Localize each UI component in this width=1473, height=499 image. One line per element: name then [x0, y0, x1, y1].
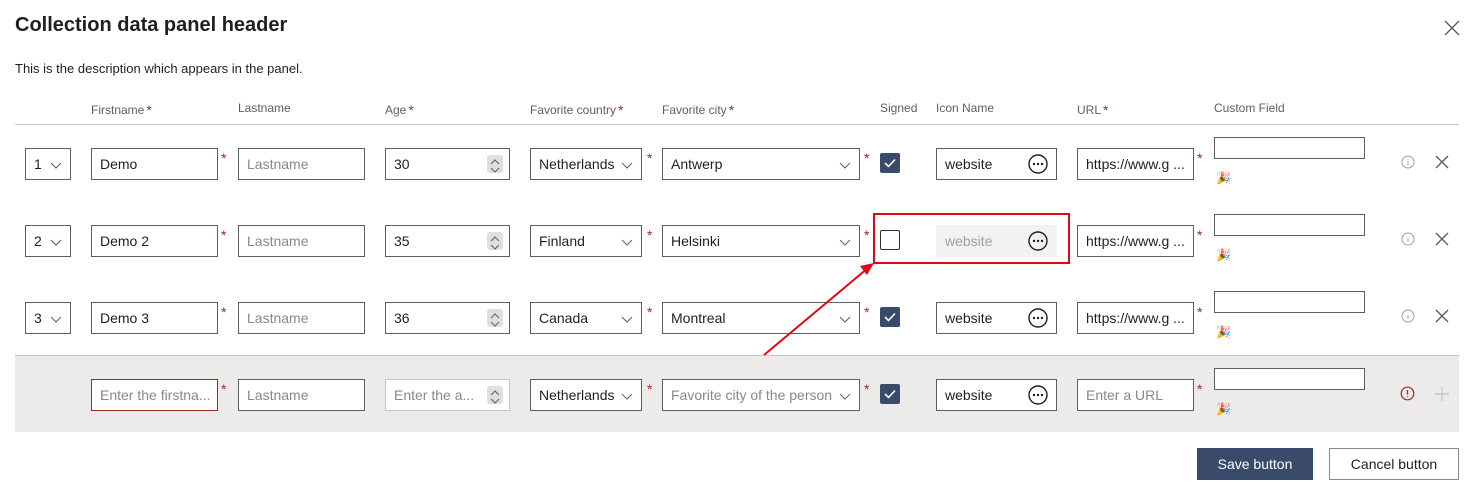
new-lastname-input[interactable]: Lastname — [238, 379, 365, 411]
custom-field-input[interactable] — [1214, 291, 1365, 313]
column-header-custom-field: Custom Field — [1214, 101, 1285, 115]
required-marker: * — [864, 381, 870, 397]
info-icon[interactable] — [1401, 232, 1415, 246]
order-select[interactable]: 2 — [25, 225, 71, 257]
required-marker: * — [1197, 150, 1203, 166]
required-marker: * — [1197, 227, 1203, 243]
country-select[interactable]: Netherlands — [530, 148, 642, 180]
add-row-icon[interactable] — [1434, 386, 1450, 402]
required-marker: * — [1197, 304, 1203, 320]
panel-description: This is the description which appears in… — [15, 61, 303, 76]
signed-checkbox[interactable] — [880, 307, 900, 327]
column-header-icon-name: Icon Name — [936, 101, 995, 115]
close-panel-icon[interactable] — [1442, 18, 1462, 38]
delete-row-icon[interactable] — [1434, 154, 1450, 170]
firstname-input[interactable]: Demo — [91, 148, 218, 180]
new-icon-name-input[interactable]: website — [936, 379, 1057, 411]
order-select[interactable]: 3 — [25, 302, 71, 334]
required-marker: * — [647, 381, 653, 397]
city-select[interactable]: Antwerp — [662, 148, 860, 180]
country-select[interactable]: Canada — [530, 302, 642, 334]
more-icon — [1028, 154, 1048, 174]
save-button[interactable]: Save button — [1197, 448, 1313, 480]
required-marker: * — [864, 150, 870, 166]
column-header-country: Favorite country * — [530, 102, 624, 118]
party-icon: 🎉 — [1216, 171, 1231, 185]
age-spinner-icon[interactable] — [487, 309, 503, 327]
new-firstname-input[interactable]: Enter the firstna... — [91, 379, 218, 411]
lastname-input[interactable]: Lastname — [238, 225, 365, 257]
error-icon[interactable] — [1400, 386, 1415, 401]
column-header-city: Favorite city * — [662, 102, 735, 118]
age-spinner-icon[interactable] — [487, 232, 503, 250]
highlight-box — [873, 213, 1070, 264]
required-marker: * — [221, 381, 227, 397]
url-input[interactable]: https://www.g ... — [1077, 225, 1194, 257]
required-marker: * — [864, 304, 870, 320]
info-icon[interactable] — [1401, 309, 1415, 323]
delete-row-icon[interactable] — [1434, 308, 1450, 324]
url-input[interactable]: https://www.g ... — [1077, 148, 1194, 180]
signed-checkbox[interactable] — [880, 153, 900, 173]
url-input[interactable]: https://www.g ... — [1077, 302, 1194, 334]
party-icon: 🎉 — [1216, 248, 1231, 262]
column-header-url: URL * — [1077, 102, 1109, 118]
age-spinner-icon[interactable] — [487, 155, 503, 173]
age-spinner-icon[interactable] — [487, 386, 503, 404]
new-country-select[interactable]: Netherlands — [530, 379, 642, 411]
required-marker: * — [221, 150, 227, 166]
city-select[interactable]: Montreal — [662, 302, 860, 334]
more-icon — [1028, 308, 1048, 328]
new-url-input[interactable]: Enter a URL — [1077, 379, 1194, 411]
required-marker: * — [647, 227, 653, 243]
new-age-input[interactable]: Enter the a... — [385, 379, 510, 411]
column-header-firstname: Firstname * — [91, 102, 152, 118]
party-icon: 🎉 — [1216, 325, 1231, 339]
header-divider — [15, 124, 1459, 125]
required-marker: * — [221, 227, 227, 243]
more-icon — [1028, 385, 1048, 405]
custom-field-input[interactable] — [1214, 137, 1365, 159]
new-custom-field-input[interactable] — [1214, 368, 1365, 390]
required-marker: * — [864, 227, 870, 243]
required-marker: * — [647, 304, 653, 320]
info-icon[interactable] — [1401, 155, 1415, 169]
lastname-input[interactable]: Lastname — [238, 302, 365, 334]
cancel-button[interactable]: Cancel button — [1329, 448, 1459, 480]
party-icon: 🎉 — [1216, 402, 1231, 416]
required-marker: * — [1197, 381, 1203, 397]
required-marker: * — [221, 304, 227, 320]
icon-name-input[interactable]: website — [936, 302, 1057, 334]
age-input[interactable]: 30 — [385, 148, 510, 180]
new-city-select[interactable]: Favorite city of the person — [662, 379, 860, 411]
firstname-input[interactable]: Demo 3 — [91, 302, 218, 334]
firstname-input[interactable]: Demo 2 — [91, 225, 218, 257]
lastname-input[interactable]: Lastname — [238, 148, 365, 180]
age-input[interactable]: 36 — [385, 302, 510, 334]
column-header-age: Age * — [385, 102, 414, 118]
age-input[interactable]: 35 — [385, 225, 510, 257]
required-marker: * — [647, 150, 653, 166]
column-header-lastname: Lastname — [238, 101, 291, 115]
country-select[interactable]: Finland — [530, 225, 642, 257]
order-select[interactable]: 1 — [25, 148, 71, 180]
delete-row-icon[interactable] — [1434, 231, 1450, 247]
custom-field-input[interactable] — [1214, 214, 1365, 236]
new-signed-checkbox[interactable] — [880, 384, 900, 404]
icon-name-input[interactable]: website — [936, 148, 1057, 180]
panel-title: Collection data panel header — [15, 14, 288, 36]
column-header-signed: Signed — [880, 101, 918, 115]
city-select[interactable]: Helsinki — [662, 225, 860, 257]
